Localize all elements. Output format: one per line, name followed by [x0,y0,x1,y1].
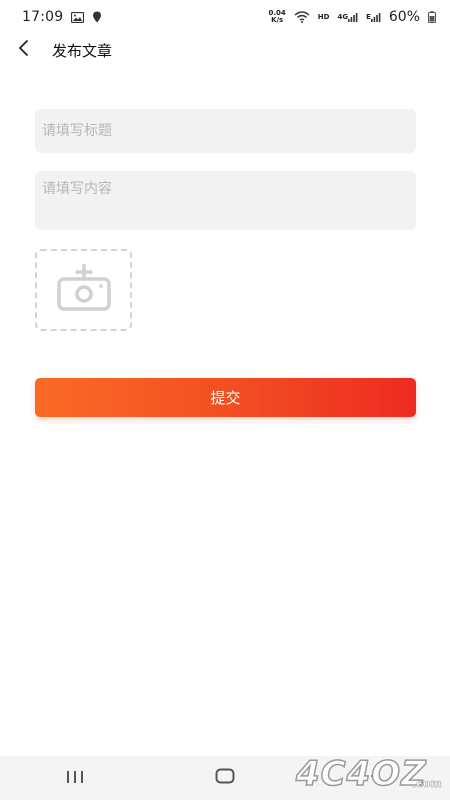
add-photo-icon [56,263,111,316]
signal-icon: 4G [337,12,358,22]
nav-back-button[interactable] [345,756,405,800]
content-input[interactable] [35,171,416,230]
network-label-4g: 4G [337,13,349,21]
nav-recents-button[interactable] [45,756,105,800]
page-title: 发布文章 [52,41,113,60]
app-header: 发布文章 [0,34,450,66]
net-speed: 0.04 K/s [269,10,286,24]
location-pin-icon [92,11,102,23]
status-right: 0.04 K/s HD 4G E 60% [269,9,436,25]
status-left: 17:09 [22,9,102,25]
title-input-box [35,109,416,153]
net-speed-unit: K/s [271,16,284,24]
home-icon [215,768,235,788]
status-time: 17:09 [22,9,64,25]
wifi-icon [294,11,310,23]
publish-article-screen: 17:09 0.04 K/s HD 4G E 60% 发布文章 请填写标题 请填… [0,0,450,800]
signal-icon-2: E [366,12,381,22]
content-input-box [35,171,416,230]
back-button[interactable] [12,38,36,62]
battery-percent: 60% [388,9,420,25]
battery-icon [428,11,436,23]
image-upload-button[interactable] [35,249,132,331]
gallery-icon [71,11,85,23]
hd-label: HD [317,13,330,21]
recents-icon [66,769,84,788]
status-bar: 17:09 0.04 K/s HD 4G E 60% [0,0,450,34]
back-arrow-icon [369,768,381,788]
title-input[interactable] [35,109,416,153]
chevron-left-icon [17,39,31,61]
system-nav-bar [0,756,450,800]
submit-button[interactable]: 提交 [35,378,416,417]
nav-home-button[interactable] [195,756,255,800]
